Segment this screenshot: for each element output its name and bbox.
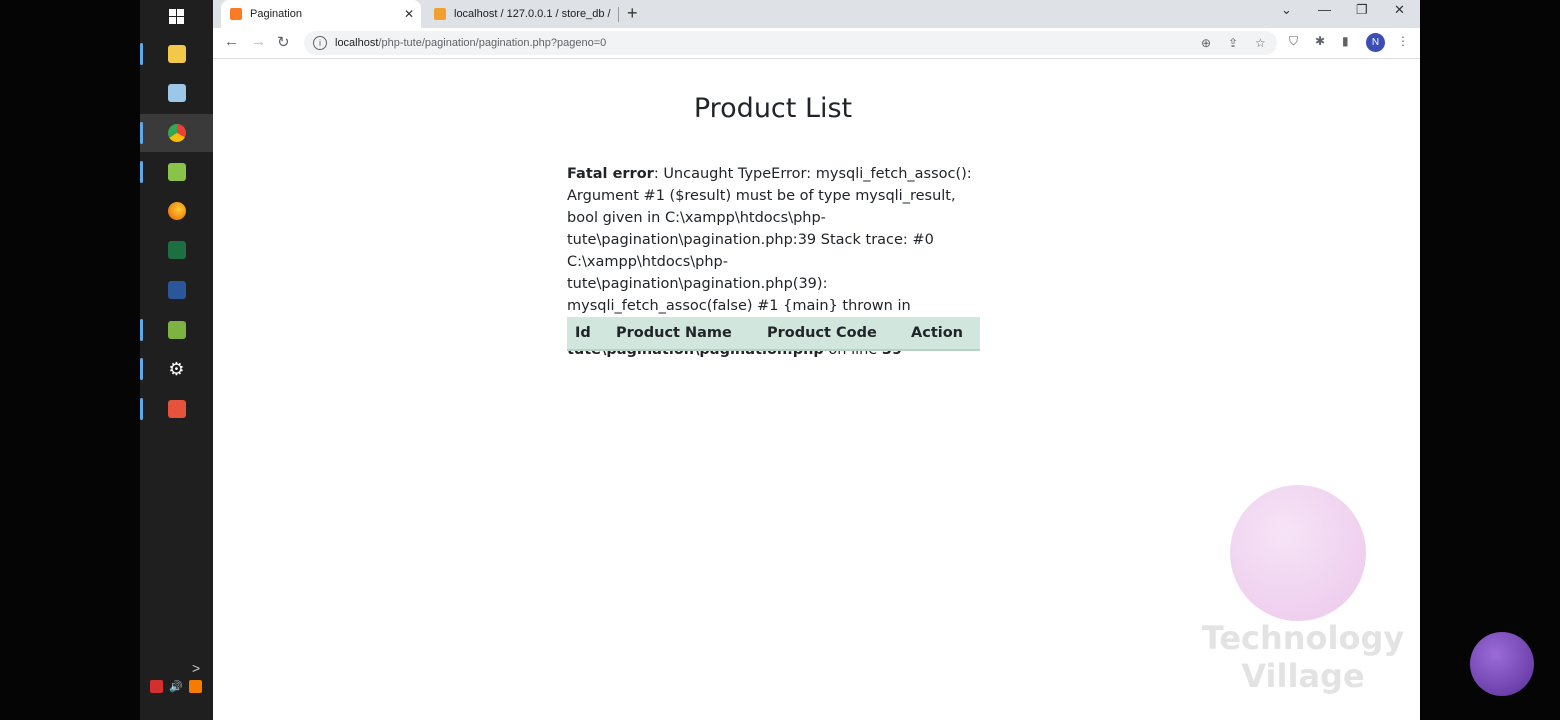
error-label: Fatal error — [567, 166, 654, 182]
extensions-icon[interactable]: ✱ — [1315, 34, 1325, 48]
info-icon[interactable]: i — [313, 36, 327, 50]
left-letterbox — [0, 0, 140, 720]
column-header-id: Id — [567, 317, 608, 351]
taskbar-excel[interactable] — [140, 231, 213, 269]
windows-icon — [169, 8, 184, 24]
tab-phpmyadmin[interactable]: localhost / 127.0.0.1 / store_db / — [425, 0, 615, 28]
tab-search-icon[interactable]: ⌄ — [1281, 2, 1292, 18]
word-icon — [167, 281, 186, 299]
shield-icon[interactable]: ⛉ — [1289, 34, 1298, 49]
folder-icon — [167, 45, 186, 63]
taskbar-firefox[interactable] — [140, 192, 213, 230]
phpmyadmin-favicon-icon — [434, 8, 446, 20]
right-letterbox — [1420, 0, 1560, 720]
forward-icon[interactable]: → — [251, 33, 266, 50]
reload-icon[interactable]: ↻ — [277, 33, 290, 51]
url-path: /php-tute/pagination/pagination.php?page… — [378, 37, 607, 49]
taskbar-chrome[interactable] — [140, 114, 213, 152]
window-close-icon[interactable]: ✕ — [1394, 2, 1405, 18]
page-content: Product List Fatal error: Uncaught TypeE… — [213, 59, 1420, 720]
taskbar: ⚙ — [140, 0, 213, 720]
tab-pagination[interactable]: Pagination ✕ — [221, 0, 421, 28]
recorder-icon — [167, 400, 186, 418]
excel-icon — [167, 241, 186, 259]
close-icon[interactable]: ✕ — [401, 7, 417, 21]
chrome-icon — [167, 124, 186, 142]
tab-separator — [618, 7, 619, 22]
page-title: Product List — [693, 93, 853, 124]
minimize-icon[interactable]: — — [1318, 2, 1331, 17]
gear-icon: ⚙ — [168, 358, 185, 379]
taskbar-notepadpp[interactable] — [140, 153, 213, 191]
taskbar-file-explorer[interactable] — [140, 35, 213, 73]
restore-icon[interactable]: ❐ — [1356, 2, 1368, 18]
taskbar-camtasia[interactable] — [140, 311, 213, 349]
taskbar-word[interactable] — [140, 271, 213, 309]
firefox-icon — [167, 202, 186, 220]
tab-title: Pagination — [250, 8, 302, 20]
xampp-favicon-icon — [230, 8, 242, 20]
sidepanel-icon[interactable]: ▮ — [1342, 34, 1349, 48]
product-table: Id Product Name Product Code Action — [567, 317, 980, 351]
tab-title: localhost / 127.0.0.1 / store_db / — [454, 8, 611, 20]
watermark-line1: Technology — [1201, 619, 1405, 657]
column-header-action: Action — [903, 317, 980, 351]
system-tray: 🔊 — [150, 680, 202, 693]
column-header-product-code: Product Code — [759, 317, 903, 351]
chevron-right-icon[interactable]: > — [192, 660, 200, 676]
table-header-row: Id Product Name Product Code Action — [567, 317, 980, 351]
notepadpp-icon — [167, 163, 186, 181]
notepad-icon — [167, 84, 186, 102]
watermark-globe-logo — [1230, 485, 1366, 621]
back-icon[interactable]: ← — [224, 33, 239, 50]
channel-logo-badge — [1470, 632, 1534, 696]
error-text: : Uncaught TypeError: mysqli_fetch_assoc… — [567, 166, 972, 314]
menu-icon[interactable]: ⋮ — [1397, 34, 1409, 48]
watermark-text: Technology Village — [1193, 619, 1413, 695]
start-button[interactable] — [140, 0, 213, 35]
volume-icon[interactable]: 🔊 — [169, 680, 183, 693]
acrobat-icon[interactable] — [150, 680, 163, 693]
tab-strip: Pagination ✕ localhost / 127.0.0.1 / sto… — [213, 0, 1420, 28]
xampp-icon[interactable] — [188, 680, 202, 693]
address-bar[interactable]: i localhost/php-tute/pagination/paginati… — [304, 31, 1277, 55]
camtasia-icon — [167, 321, 186, 339]
watermark-line2: Village — [1241, 657, 1365, 695]
new-tab-icon[interactable]: + — [627, 3, 638, 24]
profile-avatar[interactable]: N — [1366, 33, 1385, 52]
taskbar-recorder[interactable] — [140, 390, 213, 428]
url-host: localhost — [335, 37, 379, 49]
share-icon[interactable]: ⇪ — [1228, 36, 1238, 50]
star-icon[interactable]: ☆ — [1255, 36, 1266, 50]
zoom-icon[interactable]: ⊕ — [1201, 36, 1211, 50]
taskbar-settings[interactable]: ⚙ — [140, 350, 213, 388]
taskbar-notepad[interactable] — [140, 74, 213, 112]
column-header-product-name: Product Name — [608, 317, 759, 351]
toolbar: ← → ↻ i localhost/php-tute/pagination/pa… — [213, 28, 1420, 59]
browser-window: Pagination ✕ localhost / 127.0.0.1 / sto… — [213, 0, 1420, 720]
